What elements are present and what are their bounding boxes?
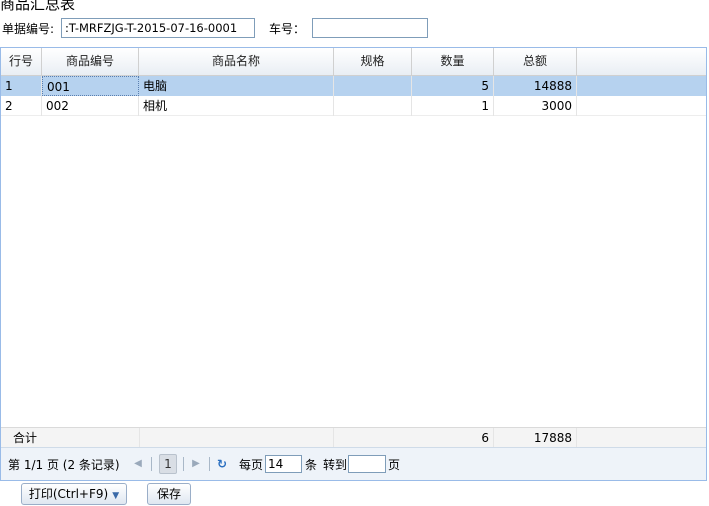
first-page-icon[interactable]: ◀: [133, 455, 143, 473]
per-page-label: 每页: [239, 458, 264, 472]
table-row[interactable]: 1 001 电脑 5 14888: [1, 76, 706, 96]
goto-label: 转到: [323, 458, 348, 472]
page-unit: 页: [388, 458, 401, 472]
column-header-spec[interactable]: 规格: [334, 48, 412, 75]
page-summary: 第 1/1 页 (2 条记录): [8, 458, 120, 472]
car-no-label: 车号：: [269, 22, 306, 36]
cell-total[interactable]: 14888: [494, 76, 577, 96]
cell-code[interactable]: 001: [42, 76, 139, 96]
doc-no-field[interactable]: :T-MRFZJG-T-2015-07-16-0001: [61, 18, 255, 38]
cell-qty[interactable]: 5: [412, 76, 494, 96]
column-header-name[interactable]: 商品名称: [139, 48, 334, 75]
doc-no-label: 单据编号:: [2, 22, 55, 36]
current-page[interactable]: 1: [159, 454, 177, 474]
summary-qty: 6: [412, 428, 494, 448]
cell-total[interactable]: 3000: [494, 96, 577, 116]
summary-row: 合计 6 17888: [1, 427, 706, 448]
summary-divider: [139, 428, 334, 448]
cell-spec[interactable]: [334, 76, 412, 96]
column-header-line[interactable]: 行号: [1, 48, 42, 75]
column-header-code[interactable]: 商品编号: [42, 48, 139, 75]
cell-spec[interactable]: [334, 96, 412, 116]
data-grid: 行号 商品编号 商品名称 规格 数量 总额 1 001 电脑 5 14888 2…: [0, 47, 707, 481]
cell-qty[interactable]: 1: [412, 96, 494, 116]
cell-line: 2: [1, 96, 42, 116]
grid-header: 行号 商品编号 商品名称 规格 数量 总额: [1, 48, 706, 76]
table-row[interactable]: 2 002 相机 1 3000: [1, 96, 706, 116]
car-no-field[interactable]: [312, 18, 428, 38]
cell-line: 1: [1, 76, 42, 96]
refresh-icon[interactable]: ↻: [217, 455, 227, 473]
cell-code[interactable]: 002: [42, 96, 139, 116]
page-title: 商品汇总表: [0, 0, 76, 13]
goto-page-input[interactable]: [348, 455, 386, 473]
chevron-down-icon[interactable]: ▼: [112, 491, 119, 501]
save-button[interactable]: 保存: [147, 483, 191, 505]
print-label: 打印(Ctrl+F9): [28, 487, 109, 501]
pagination-bar: 第 1/1 页 (2 条记录) ◀ 1 ▶ ↻ 每页 14 条 转到 页: [1, 447, 706, 480]
per-page-unit: 条: [305, 458, 318, 472]
summary-total: 17888: [494, 428, 577, 448]
column-header-total[interactable]: 总额: [494, 48, 577, 75]
page-separator: [151, 457, 152, 471]
summary-label: 合计: [13, 431, 38, 445]
cell-name[interactable]: 电脑: [139, 76, 334, 96]
page-separator: [209, 457, 210, 471]
cell-name[interactable]: 相机: [139, 96, 334, 116]
print-button[interactable]: 打印(Ctrl+F9) ▼: [21, 483, 127, 505]
column-header-qty[interactable]: 数量: [412, 48, 494, 75]
page-separator: [183, 457, 184, 471]
next-page-icon[interactable]: ▶: [191, 455, 201, 473]
per-page-input[interactable]: 14: [265, 455, 302, 473]
